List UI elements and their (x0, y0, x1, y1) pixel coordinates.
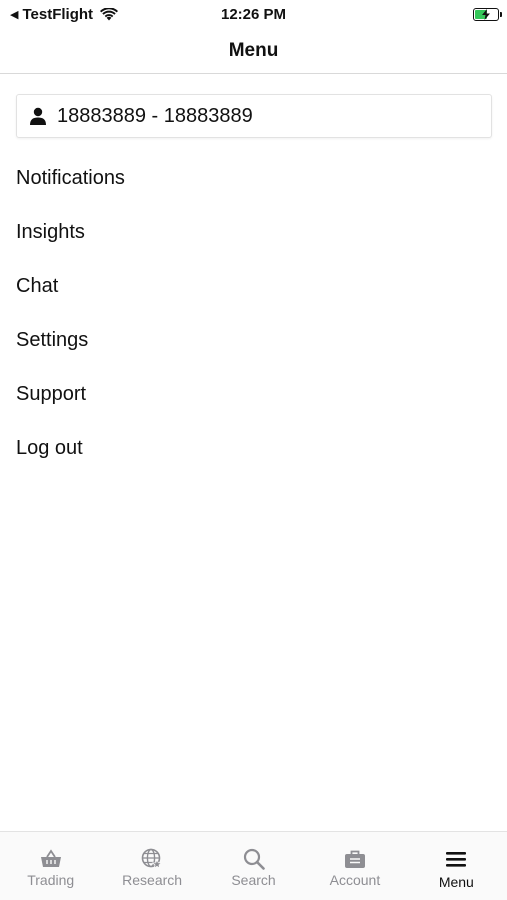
tab-trading-label: Trading (27, 872, 75, 888)
status-time: 12:26 PM (220, 5, 287, 23)
tab-menu-label: Menu (438, 874, 474, 890)
user-icon (29, 107, 47, 125)
tab-research-label: Research (122, 872, 183, 888)
screen: ◀ TestFlight 12:26 PM Menu 18883889 - 18… (0, 0, 507, 900)
back-to-app[interactable]: ◀ TestFlight (10, 5, 119, 23)
menu-item-notifications[interactable]: Notifications (16, 160, 492, 214)
charging-bolt-icon (482, 8, 490, 20)
tab-trading[interactable]: Trading (0, 832, 101, 900)
menu-list: Notifications Insights Chat Settings Sup… (16, 160, 492, 484)
page-title: Menu (228, 39, 279, 61)
briefcase-icon (343, 847, 367, 871)
tab-menu[interactable]: Menu (406, 832, 507, 900)
tab-account[interactable]: Account (304, 832, 405, 900)
nav-header: Menu (0, 28, 507, 74)
menu-item-log-out[interactable]: Log out (16, 430, 492, 484)
tab-search[interactable]: Search (203, 832, 304, 900)
tab-bar: Trading Research Search Account Menu (0, 831, 507, 900)
menu-item-settings[interactable]: Settings (16, 322, 492, 376)
back-caret-icon: ◀ (10, 8, 19, 21)
menu-item-insights[interactable]: Insights (16, 214, 492, 268)
tab-research[interactable]: Research (101, 832, 202, 900)
search-icon (242, 847, 266, 871)
wifi-icon (100, 7, 119, 21)
account-label: 18883889 - 18883889 (57, 104, 253, 127)
tab-search-label: Search (231, 872, 276, 888)
status-bar: ◀ TestFlight 12:26 PM (0, 0, 507, 28)
account-selector[interactable]: 18883889 - 18883889 (16, 94, 492, 138)
tab-account-label: Account (329, 872, 381, 888)
menu-item-support[interactable]: Support (16, 376, 492, 430)
back-app-label: TestFlight (22, 5, 94, 23)
globe-star-icon (140, 847, 164, 871)
battery-icon (473, 7, 502, 21)
basket-icon (39, 847, 63, 871)
menu-item-chat[interactable]: Chat (16, 268, 492, 322)
hamburger-icon (444, 847, 468, 871)
